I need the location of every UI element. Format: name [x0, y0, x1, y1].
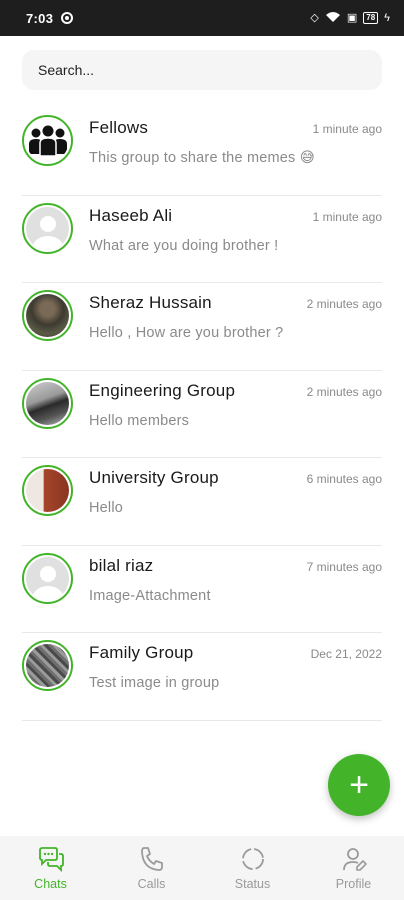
status-time: 7:03	[26, 10, 54, 26]
status-ring-icon	[241, 848, 264, 870]
chat-list: Fellows 1 minute ago This group to share…	[0, 108, 404, 721]
chat-item-sheraz-hussain[interactable]: Sheraz Hussain 2 minutes ago Hello , How…	[0, 283, 404, 371]
default-user-icon	[26, 556, 69, 600]
divider	[22, 719, 382, 721]
chat-last-message: This group to share the memes 😅	[89, 150, 316, 166]
default-user-icon	[26, 206, 69, 250]
chat-app-screen: 7:03 ◇ ▣ 78 ϟ Search... Fellows 1 minute…	[0, 0, 404, 900]
tab-profile[interactable]: Profile	[303, 836, 404, 900]
chat-last-message: Hello	[89, 500, 124, 516]
notification-dot-icon	[61, 12, 74, 24]
tab-label: Status	[234, 877, 271, 891]
chat-last-message: What are you doing brother !	[89, 237, 279, 254]
status-icons: ◇ ▣ 78 ϟ	[310, 11, 390, 26]
chat-last-message: Image-Attachment	[89, 587, 211, 604]
chat-name: Sheraz Hussain	[89, 293, 212, 312]
plus-icon: +	[349, 765, 369, 804]
chat-item-bilal-riaz[interactable]: bilal riaz 7 minutes ago Image-Attachmen…	[0, 546, 404, 633]
avatar-photo	[26, 469, 69, 512]
user-edit-icon	[342, 848, 367, 871]
chat-name: Fellows	[89, 118, 149, 137]
vibrate-icon: ◇	[310, 11, 319, 24]
battery-icon: 78	[363, 12, 379, 24]
chat-last-message: Test image in group	[89, 675, 220, 691]
chat-name: bilal riaz	[89, 555, 154, 575]
wifi-icon	[325, 11, 341, 26]
tab-status[interactable]: Status	[202, 836, 303, 900]
bottom-navigation: Chats Calls Status Profile	[0, 836, 404, 900]
avatar[interactable]	[22, 640, 73, 691]
chat-name: Haseeb Ali	[89, 205, 173, 225]
chat-time: Dec 21, 2022	[310, 647, 382, 661]
chat-time: 2 minutes ago	[306, 297, 382, 311]
chat-time: 7 minutes ago	[306, 559, 382, 574]
chat-bubbles-icon	[38, 847, 64, 873]
tab-label: Profile	[335, 877, 372, 891]
charging-icon: ϟ	[384, 11, 390, 24]
group-icon	[26, 119, 69, 162]
status-bar: 7:03 ◇ ▣ 78 ϟ	[0, 0, 404, 36]
chat-name: University Group	[89, 468, 219, 487]
new-chat-button[interactable]: +	[328, 754, 390, 816]
search-input[interactable]	[38, 62, 366, 78]
chat-last-message: Hello members	[89, 412, 190, 429]
chat-item-university-group[interactable]: University Group 6 minutes ago Hello	[0, 458, 404, 546]
chat-item-fellows[interactable]: Fellows 1 minute ago This group to share…	[0, 108, 404, 196]
search-container	[0, 36, 404, 90]
chat-item-family-group[interactable]: Family Group Dec 21, 2022 Test image in …	[0, 633, 404, 721]
chat-name: Engineering Group	[89, 380, 236, 400]
avatar[interactable]	[22, 377, 73, 429]
avatar-photo	[26, 294, 69, 337]
chat-last-message: Hello , How are you brother ?	[89, 325, 284, 341]
chat-name: Family Group	[89, 643, 194, 662]
avatar-photo	[26, 644, 69, 687]
search-bar[interactable]	[22, 50, 382, 90]
chat-item-haseeb-ali[interactable]: Haseeb Ali 1 minute ago What are you doi…	[0, 196, 404, 283]
avatar[interactable]	[22, 552, 73, 604]
chat-item-engineering-group[interactable]: Engineering Group 2 minutes ago Hello me…	[0, 371, 404, 458]
avatar-photo	[26, 381, 69, 425]
avatar[interactable]	[22, 115, 73, 166]
tab-chats[interactable]: Chats	[0, 836, 101, 900]
avatar[interactable]	[22, 465, 73, 516]
tab-label: Calls	[137, 877, 166, 891]
avatar[interactable]	[22, 290, 73, 341]
chat-time: 1 minute ago	[312, 209, 382, 224]
phone-icon	[140, 847, 163, 871]
sim-icon: ▣	[346, 11, 358, 24]
tab-label: Chats	[34, 877, 67, 891]
chat-time: 2 minutes ago	[306, 384, 382, 399]
tab-calls[interactable]: Calls	[101, 836, 202, 900]
avatar[interactable]	[22, 202, 73, 254]
chat-time: 6 minutes ago	[306, 472, 382, 486]
chat-time: 1 minute ago	[312, 122, 382, 136]
